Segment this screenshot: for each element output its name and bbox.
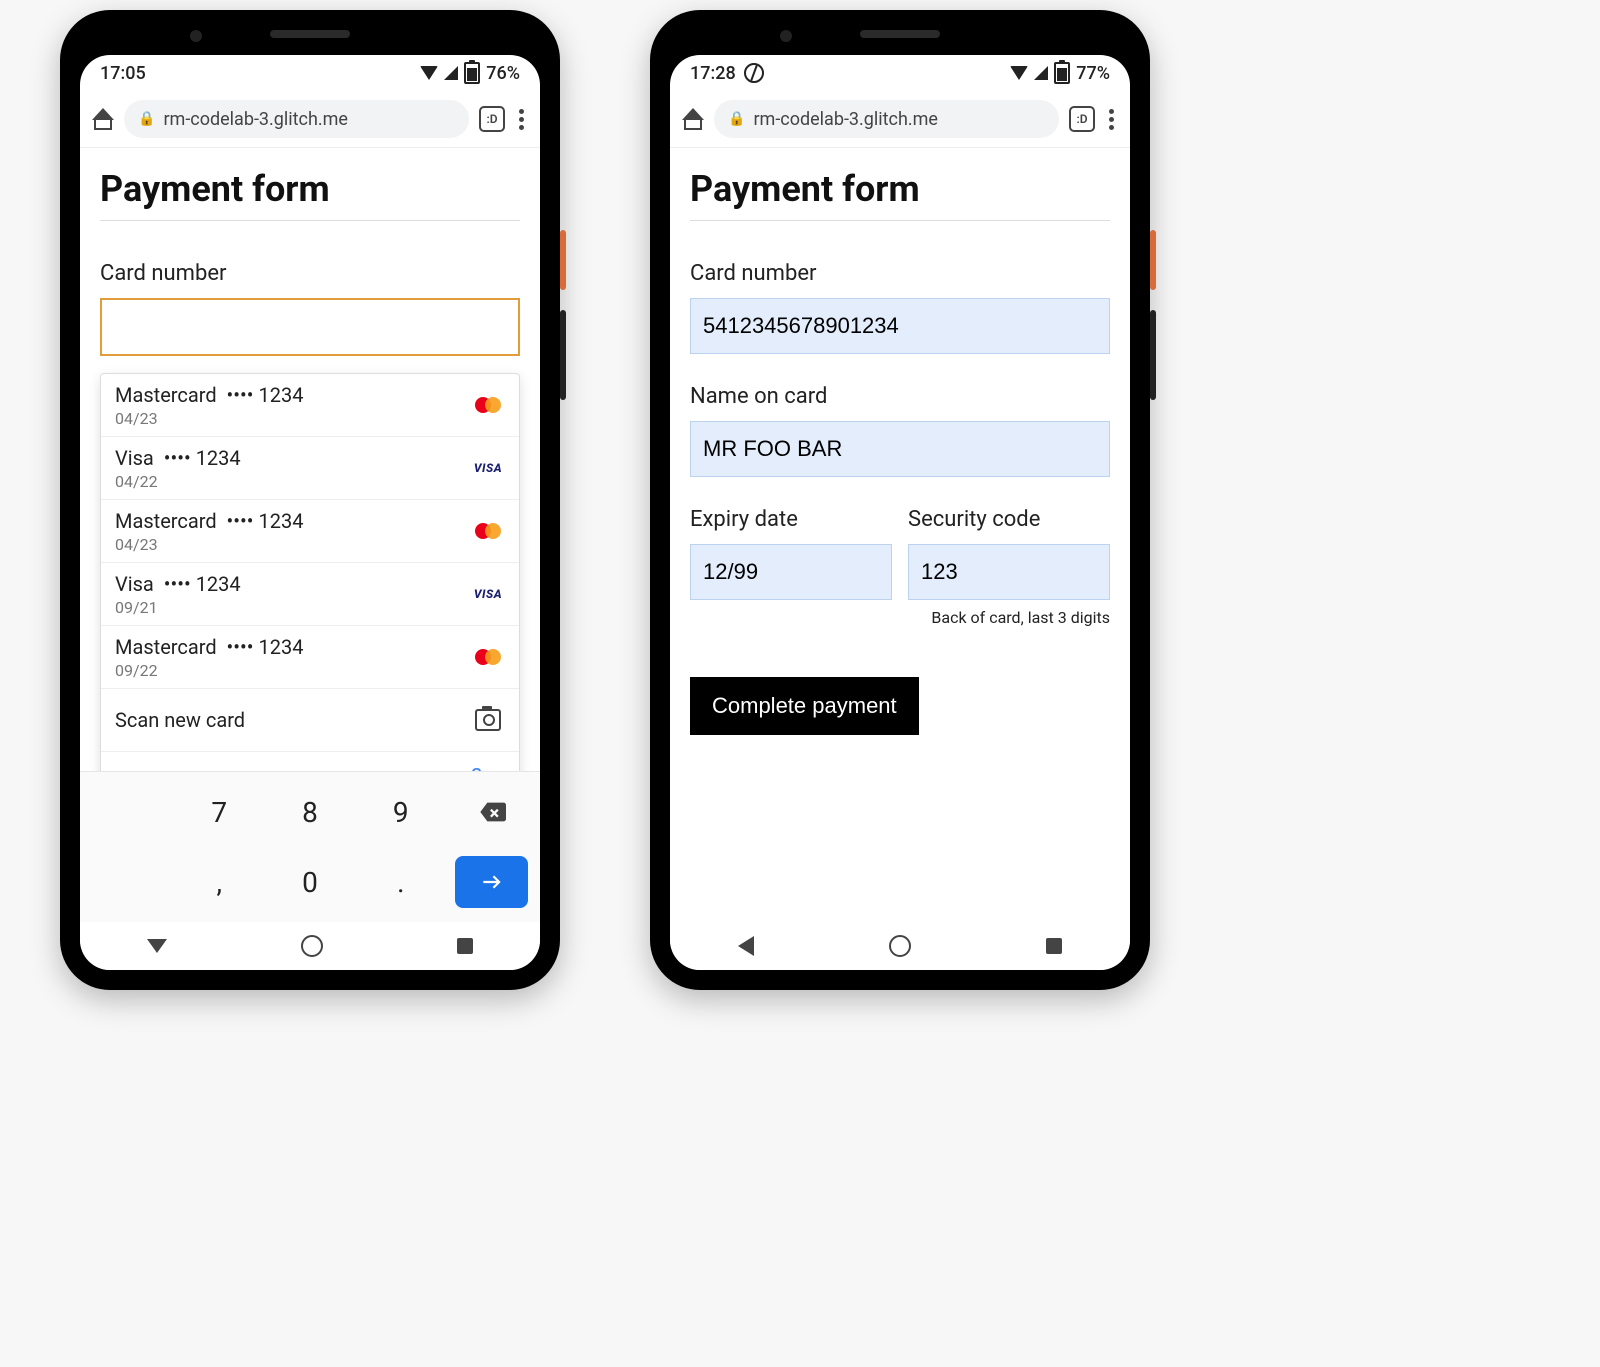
key-8[interactable]: 8	[268, 780, 353, 844]
tabs-button[interactable]: :D	[1069, 106, 1095, 132]
card-number-label: Card number	[690, 261, 1110, 286]
status-time: 17:28	[690, 63, 736, 84]
lock-icon: 🔒	[138, 111, 155, 127]
key-period[interactable]: .	[358, 850, 443, 914]
autofill-card-option[interactable]: Visa •••• 1234 09/21 VISA	[101, 562, 519, 625]
nav-back-icon[interactable]	[738, 936, 754, 956]
nav-home-icon[interactable]	[889, 935, 911, 957]
status-battery: 76%	[486, 63, 520, 84]
nav-home-icon[interactable]	[301, 935, 323, 957]
nav-bar	[670, 922, 1130, 970]
nav-recent-icon[interactable]	[457, 938, 473, 954]
volume-button	[1150, 310, 1156, 400]
autofill-scan-card[interactable]: Scan new card	[101, 688, 519, 751]
key-comma[interactable]: ,	[177, 850, 262, 914]
front-camera-icon	[780, 30, 792, 42]
autofill-card-option[interactable]: Visa •••• 1234 04/22 VISA	[101, 436, 519, 499]
enter-icon	[479, 869, 505, 895]
power-button	[1150, 230, 1156, 290]
name-on-card-label: Name on card	[690, 384, 1110, 409]
nav-recent-icon[interactable]	[1046, 938, 1062, 954]
nav-bar	[80, 922, 540, 970]
divider	[690, 220, 1110, 221]
page-content: Payment form Card number Name on card Ex…	[670, 148, 1130, 922]
divider	[100, 220, 520, 221]
security-code-label: Security code	[908, 507, 1110, 532]
mastercard-icon	[475, 397, 501, 413]
battery-icon	[1054, 62, 1070, 84]
keyboard: 7 8 9 , 0 .	[80, 771, 540, 922]
status-time: 17:05	[100, 63, 146, 84]
speaker-icon	[860, 30, 940, 38]
autofill-manage-methods[interactable]: Manage payment methods… G Pay	[101, 751, 519, 771]
complete-payment-button[interactable]: Complete payment	[690, 677, 919, 735]
wifi-icon	[1010, 66, 1028, 80]
power-button	[560, 230, 566, 290]
visa-icon: VISA	[474, 461, 502, 475]
signal-icon	[1034, 66, 1048, 80]
status-bar: 17:28 77%	[670, 55, 1130, 91]
url-bar[interactable]: 🔒 rm-codelab-3.glitch.me	[714, 100, 1059, 138]
url-bar[interactable]: 🔒 rm-codelab-3.glitch.me	[124, 100, 469, 138]
browser-toolbar: 🔒 rm-codelab-3.glitch.me :D	[670, 91, 1130, 148]
key-0[interactable]: 0	[268, 850, 353, 914]
status-bar: 17:05 76%	[80, 55, 540, 91]
battery-icon	[464, 62, 480, 84]
autofill-card-option[interactable]: Mastercard •••• 1234 04/23	[101, 374, 519, 436]
mastercard-icon	[475, 649, 501, 665]
card-number-label: Card number	[100, 261, 520, 286]
autofill-dropdown: Mastercard •••• 1234 04/23 Visa •••• 123…	[100, 373, 520, 771]
data-saver-icon	[744, 63, 764, 83]
url-text: rm-codelab-3.glitch.me	[163, 109, 348, 130]
phone-left: 17:05 76% 🔒 rm-codelab-3.glitch.me :D	[60, 10, 560, 990]
page-title: Payment form	[690, 168, 1110, 210]
url-text: rm-codelab-3.glitch.me	[753, 109, 938, 130]
nav-back-icon[interactable]	[147, 939, 167, 953]
key-enter[interactable]	[455, 856, 528, 908]
security-code-input[interactable]	[908, 544, 1110, 600]
key-7[interactable]: 7	[177, 780, 262, 844]
screen-left: 17:05 76% 🔒 rm-codelab-3.glitch.me :D	[80, 55, 540, 970]
name-on-card-input[interactable]	[690, 421, 1110, 477]
autofill-card-option[interactable]: Mastercard •••• 1234 04/23	[101, 499, 519, 562]
key-backspace[interactable]	[449, 780, 534, 844]
camera-icon	[475, 709, 501, 731]
page-content: Payment form Card number Mastercard ••••…	[80, 148, 540, 771]
gpay-icon: G Pay	[471, 764, 505, 771]
screen-right: 17:28 77% 🔒 rm-codelab-3.glitch.me :D	[670, 55, 1130, 970]
expiry-label: Expiry date	[690, 507, 892, 532]
expiry-input[interactable]	[690, 544, 892, 600]
volume-button	[560, 310, 566, 400]
phone-right: 17:28 77% 🔒 rm-codelab-3.glitch.me :D	[650, 10, 1150, 990]
home-icon[interactable]	[92, 108, 114, 130]
home-icon[interactable]	[682, 108, 704, 130]
backspace-icon	[478, 798, 506, 826]
security-code-hint: Back of card, last 3 digits	[908, 608, 1110, 627]
autofill-card-option[interactable]: Mastercard •••• 1234 09/22	[101, 625, 519, 688]
browser-toolbar: 🔒 rm-codelab-3.glitch.me :D	[80, 91, 540, 148]
page-title: Payment form	[100, 168, 520, 210]
visa-icon: VISA	[474, 587, 502, 601]
tabs-button[interactable]: :D	[479, 106, 505, 132]
front-camera-icon	[190, 30, 202, 42]
speaker-icon	[270, 30, 350, 38]
lock-icon: 🔒	[728, 111, 745, 127]
mastercard-icon	[475, 523, 501, 539]
wifi-icon	[420, 66, 438, 80]
key-9[interactable]: 9	[358, 780, 443, 844]
overflow-menu-icon[interactable]	[1105, 105, 1118, 134]
status-battery: 77%	[1076, 63, 1110, 84]
signal-icon	[444, 66, 458, 80]
card-number-input[interactable]	[690, 298, 1110, 354]
overflow-menu-icon[interactable]	[515, 105, 528, 134]
card-number-input[interactable]	[100, 298, 520, 356]
